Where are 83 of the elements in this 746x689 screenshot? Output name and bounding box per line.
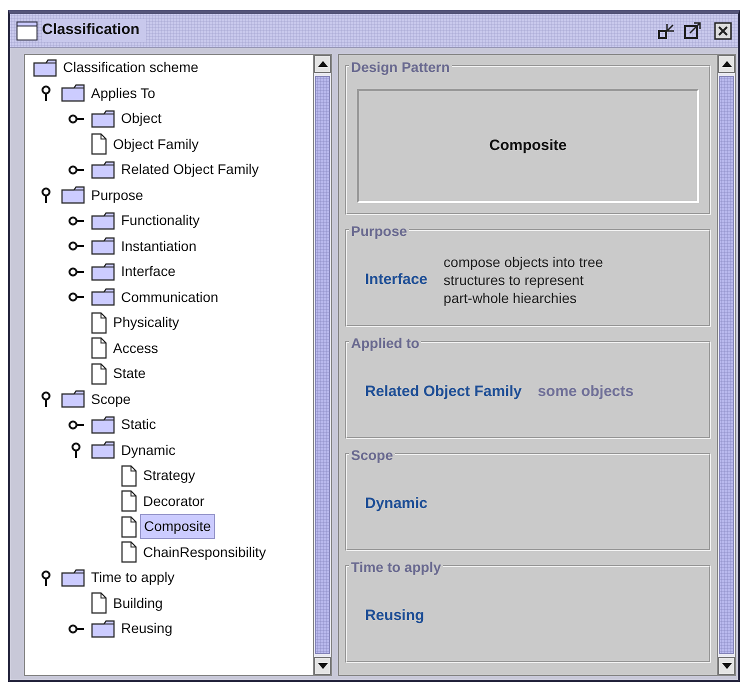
- scrollbar[interactable]: [313, 55, 331, 675]
- tree-item[interactable]: Building: [110, 592, 166, 615]
- scroll-down-button[interactable]: [718, 657, 735, 675]
- tree-item[interactable]: Reusing: [118, 617, 176, 640]
- scrollbar[interactable]: [717, 55, 735, 675]
- restore-button[interactable]: [658, 22, 676, 40]
- folder-icon: [91, 262, 115, 281]
- close-button[interactable]: [714, 22, 732, 40]
- collapsed-handle-icon[interactable]: [68, 292, 84, 302]
- tree-item[interactable]: Physicality: [110, 311, 182, 334]
- expanded-handle-icon[interactable]: [71, 442, 81, 458]
- document-icon: [121, 464, 137, 487]
- folder-icon: [61, 390, 85, 408]
- folder-icon: [91, 212, 115, 230]
- folder-icon: [61, 568, 85, 587]
- document-icon: [121, 490, 137, 512]
- folder-icon: [91, 620, 115, 638]
- tree-item[interactable]: Scope: [88, 388, 134, 411]
- scroll-down-button[interactable]: [314, 657, 331, 675]
- tree-item[interactable]: Communication: [118, 286, 222, 309]
- tree-item[interactable]: Instantiation: [118, 234, 200, 258]
- up-arrow-icon: [722, 61, 732, 67]
- tree-item[interactable]: Classification scheme: [60, 56, 202, 80]
- folder-icon: [61, 84, 85, 102]
- down-arrow-icon: [318, 663, 328, 669]
- scroll-up-button[interactable]: [718, 55, 735, 73]
- collapsed-handle-icon[interactable]: [68, 114, 84, 124]
- tree-item[interactable]: Functionality: [118, 209, 203, 232]
- document-icon: [91, 312, 107, 334]
- tree-item[interactable]: Applies To: [88, 82, 158, 105]
- tree-item[interactable]: Composite: [140, 514, 215, 540]
- expanded-handle-icon[interactable]: [41, 187, 51, 204]
- document-icon: [121, 516, 137, 538]
- document-icon: [91, 592, 107, 614]
- document-icon: [121, 541, 137, 564]
- folder-icon: [91, 288, 115, 306]
- up-arrow-icon: [318, 61, 328, 67]
- down-arrow-icon: [722, 663, 732, 669]
- tree-item[interactable]: Time to apply: [88, 566, 178, 590]
- tree-item[interactable]: Decorator: [140, 490, 208, 513]
- pattern-name: Composite: [489, 136, 567, 156]
- tree-item[interactable]: Strategy: [140, 464, 198, 488]
- expanded-handle-icon[interactable]: [41, 570, 51, 586]
- tree-item[interactable]: Object Family: [110, 132, 202, 156]
- group-value: Reusing: [365, 606, 424, 626]
- folder-icon: [33, 58, 57, 77]
- collapsed-handle-icon[interactable]: [68, 420, 84, 430]
- collapsed-handle-icon[interactable]: [68, 266, 84, 277]
- maximize-button[interactable]: [684, 22, 702, 40]
- expanded-handle-icon[interactable]: [41, 391, 51, 408]
- folder-icon: [91, 110, 115, 128]
- tree-item[interactable]: Dynamic: [118, 438, 178, 462]
- tree-item[interactable]: Object: [118, 107, 164, 130]
- tree-item[interactable]: Interface: [118, 260, 178, 284]
- collapsed-handle-icon[interactable]: [68, 624, 84, 634]
- tree-item[interactable]: Purpose: [88, 184, 146, 207]
- folder-icon: [91, 237, 115, 256]
- expanded-handle-icon[interactable]: [41, 85, 51, 102]
- group-value: Related Object Family: [365, 382, 522, 402]
- folder-icon: [91, 441, 115, 460]
- folder-icon: [91, 160, 115, 179]
- scroll-up-button[interactable]: [314, 55, 331, 73]
- folder-icon: [91, 416, 115, 434]
- tree-item[interactable]: Static: [118, 413, 160, 436]
- group-value: Dynamic: [365, 494, 428, 514]
- tree-item[interactable]: Access: [110, 336, 162, 360]
- document-icon: [91, 337, 107, 360]
- scroll-thumb[interactable]: [315, 76, 330, 654]
- document-icon: [91, 362, 107, 385]
- tree-item[interactable]: State: [110, 362, 149, 386]
- collapsed-handle-icon[interactable]: [68, 216, 84, 226]
- tree-item[interactable]: Related Object Family: [118, 158, 262, 182]
- window-icon: [16, 20, 38, 40]
- collapsed-handle-icon[interactable]: [68, 241, 84, 252]
- tree-item[interactable]: ChainResponsibility: [140, 540, 269, 564]
- collapsed-handle-icon[interactable]: [68, 164, 84, 175]
- window-title: Classification: [42, 19, 146, 42]
- folder-icon: [61, 186, 85, 204]
- note-text: some objects: [538, 382, 634, 402]
- scroll-thumb[interactable]: [719, 76, 734, 654]
- description-text: compose objects into tree structures to represent part-whole hiearchies: [444, 252, 604, 308]
- group-value: Interface: [365, 270, 428, 290]
- document-icon: [91, 133, 107, 156]
